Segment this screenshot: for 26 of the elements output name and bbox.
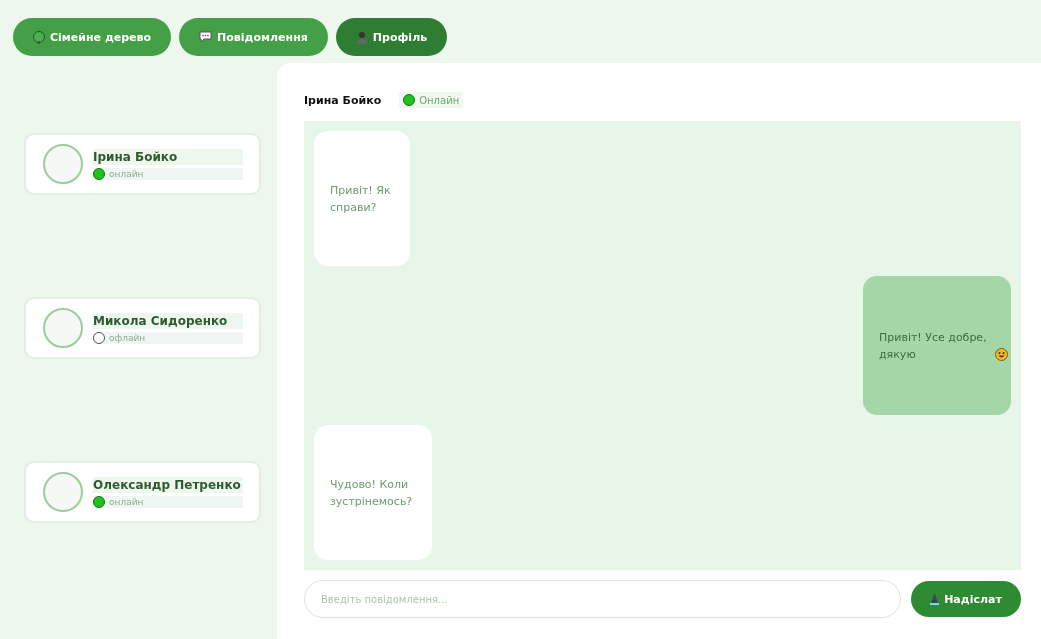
- message-text: Чудово! Коли зустрінемось?: [330, 476, 414, 510]
- contact-name: Ірина Бойко: [93, 148, 243, 165]
- contact-card[interactable]: Микола Сидоренко офлайн: [24, 297, 261, 359]
- avatar: [43, 308, 83, 348]
- chat-contact-name: Ірина Бойко: [304, 93, 382, 107]
- status-text: Онлайн: [419, 94, 460, 106]
- nav-tab[interactable]: Профіль: [335, 18, 448, 56]
- contact-name: Олександр Петренко: [93, 476, 243, 493]
- avatar: [43, 144, 83, 184]
- nav-tab[interactable]: Сімейне дерево: [13, 18, 172, 56]
- status-text: онлайн: [109, 168, 144, 179]
- nav-tab[interactable]: Повідомлення: [179, 18, 328, 56]
- contact-name: Микола Сидоренко: [93, 312, 243, 329]
- tree-icon: [33, 30, 45, 44]
- person-icon: [355, 30, 368, 44]
- message-input[interactable]: Введіть повідомлення...: [304, 580, 901, 618]
- contact-card[interactable]: Ірина Бойко онлайн: [24, 133, 261, 195]
- status-text: онлайн: [109, 496, 144, 507]
- message-text: Привіт! Усе добре, дякую: [879, 329, 988, 363]
- send-button[interactable]: Надіслат: [911, 581, 1021, 617]
- smiley-icon: [995, 347, 1008, 361]
- contact-card[interactable]: Олександр Петренко онлайн: [24, 461, 261, 523]
- status-text: офлайн: [109, 332, 146, 343]
- speech-bubble-icon: [199, 31, 213, 43]
- avatar: [43, 472, 83, 512]
- message-text: Привіт! Як справи?: [330, 182, 392, 216]
